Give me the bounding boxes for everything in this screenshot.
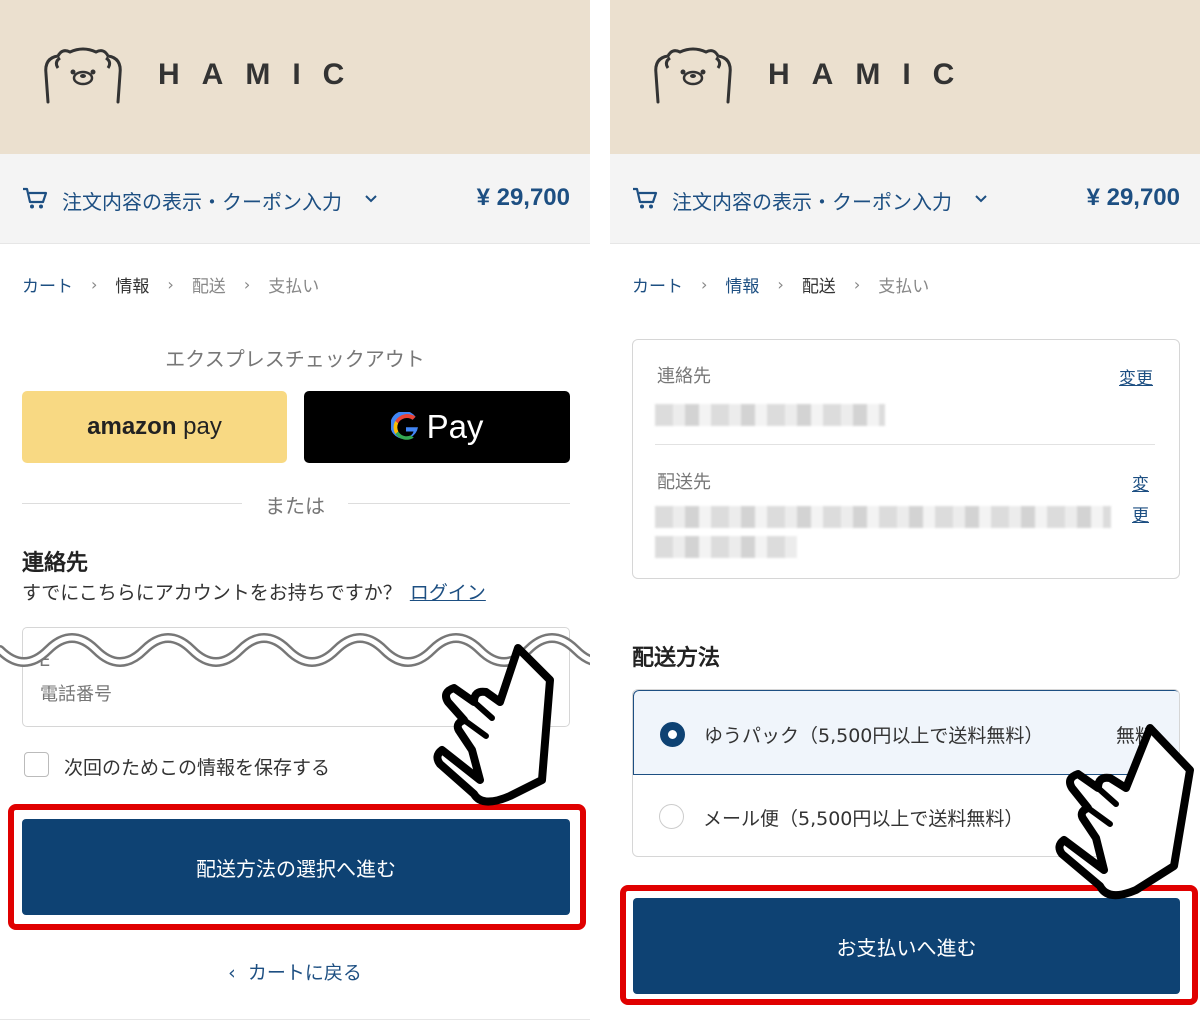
order-summary-bar[interactable]: 注文内容の表示・クーポン入力 ¥ 29,700	[0, 154, 590, 244]
amazon-pay-button[interactable]: amazon pay	[22, 391, 287, 463]
breadcrumb-separator-icon: ›	[243, 275, 251, 294]
order-total: ¥ 29,700	[476, 184, 570, 211]
bear-logo-icon[interactable]	[40, 44, 126, 106]
change-address-line-1: 変	[1132, 475, 1149, 495]
breadcrumb-separator-icon: ›	[91, 275, 98, 294]
breadcrumb-separator-icon: ›	[701, 275, 708, 294]
cart-icon	[23, 187, 48, 209]
review-summary-box: 連絡先 変更 配送先 変 更	[632, 339, 1180, 579]
express-checkout-title: エクスプレスチェックアウト	[165, 347, 425, 371]
chevron-left-icon: ‹	[228, 962, 248, 984]
ship-to-label: 配送先	[657, 472, 711, 493]
back-to-cart-label: カートに戻る	[247, 962, 362, 984]
divider	[348, 503, 570, 504]
breadcrumb-payment: 支払い	[878, 277, 930, 297]
brand-name[interactable]: HAMIC	[158, 58, 366, 92]
pointing-hand-icon	[1055, 724, 1194, 900]
breadcrumb-info: 情報	[115, 277, 150, 297]
breadcrumb: カート › 情報 › 配送 › 支払い	[632, 272, 929, 297]
divider	[0, 1019, 590, 1020]
back-to-cart-link[interactable]: ‹ カートに戻る	[0, 958, 590, 985]
breadcrumb-separator-icon: ›	[777, 275, 784, 294]
save-info-checkbox[interactable]	[24, 752, 49, 777]
shipping-option-label: ゆうパック（5,500円以上で送料無料）	[704, 725, 1044, 747]
bear-logo-icon[interactable]	[650, 44, 736, 106]
login-prompt: すでにこちらにアカウントをお持ちですか？ ログイン	[22, 578, 486, 605]
divider	[655, 444, 1155, 445]
change-contact-link[interactable]: 変更	[1119, 364, 1153, 389]
google-pay-label: Pay	[426, 408, 484, 445]
phone-label: 電話番号	[40, 684, 112, 705]
continue-to-shipping-button[interactable]: 配送方法の選択へ進む	[22, 819, 570, 915]
order-summary-bar[interactable]: 注文内容の表示・クーポン入力 ¥ 29,700	[610, 154, 1200, 244]
store-header: HAMIC	[610, 0, 1200, 154]
login-link[interactable]: ログイン	[410, 582, 486, 604]
amazon-pay-brand: amazon	[87, 413, 177, 440]
google-g-icon	[390, 412, 418, 440]
contact-label: 連絡先	[657, 366, 711, 387]
breadcrumb-separator-icon: ›	[853, 275, 861, 294]
save-info-label: 次回のためこの情報を保存する	[64, 757, 331, 779]
cart-icon	[633, 187, 658, 209]
redacted-address	[655, 536, 797, 558]
checkout-info-screen: HAMIC 注文内容の表示・クーポン入力 ¥ 29,700 カート › 情報 ›…	[0, 0, 590, 1036]
google-pay-button[interactable]: Pay	[304, 391, 570, 463]
order-total: ¥ 29,700	[1086, 184, 1180, 211]
brand-name[interactable]: HAMIC	[768, 58, 976, 92]
shipping-option-mail-label[interactable]: メール便（5,500円以上で送料無料）	[703, 804, 1023, 831]
checkout-shipping-screen: HAMIC 注文内容の表示・クーポン入力 ¥ 29,700 カート › 情報 ›…	[610, 0, 1200, 1036]
breadcrumb: カート › 情報 › 配送 › 支払い	[22, 272, 319, 297]
change-address-link[interactable]: 変 更	[1132, 470, 1149, 532]
contact-heading: 連絡先	[22, 551, 89, 576]
breadcrumb-cart[interactable]: カート	[632, 272, 683, 297]
breadcrumb-cart[interactable]: カート	[22, 272, 73, 297]
breadcrumb-shipping: 配送	[191, 277, 226, 297]
breadcrumb-info[interactable]: 情報	[725, 272, 759, 297]
breadcrumb-shipping: 配送	[801, 277, 836, 297]
amazon-pay-word: pay	[183, 413, 222, 440]
store-header: HAMIC	[0, 0, 590, 154]
redacted-address	[655, 506, 1111, 528]
pointing-hand-icon	[433, 644, 554, 806]
chevron-down-icon	[365, 195, 377, 203]
login-question: すでにこちらにアカウントをお持ちですか？	[22, 582, 402, 604]
radio-unselected[interactable]	[659, 804, 684, 829]
or-label: または	[265, 494, 325, 518]
summary-toggle-label[interactable]: 注文内容の表示・クーポン入力	[672, 186, 952, 215]
change-address-line-2: 更	[1132, 506, 1149, 526]
summary-toggle-label[interactable]: 注文内容の表示・クーポン入力	[62, 186, 342, 215]
shipping-method-heading: 配送方法	[632, 646, 721, 671]
breadcrumb-separator-icon: ›	[167, 275, 174, 294]
radio-selected[interactable]	[660, 722, 685, 747]
breadcrumb-payment: 支払い	[268, 277, 320, 297]
chevron-down-icon	[975, 195, 987, 203]
redacted-contact	[655, 404, 885, 426]
continue-to-payment-button[interactable]: お支払いへ進む	[633, 898, 1180, 994]
